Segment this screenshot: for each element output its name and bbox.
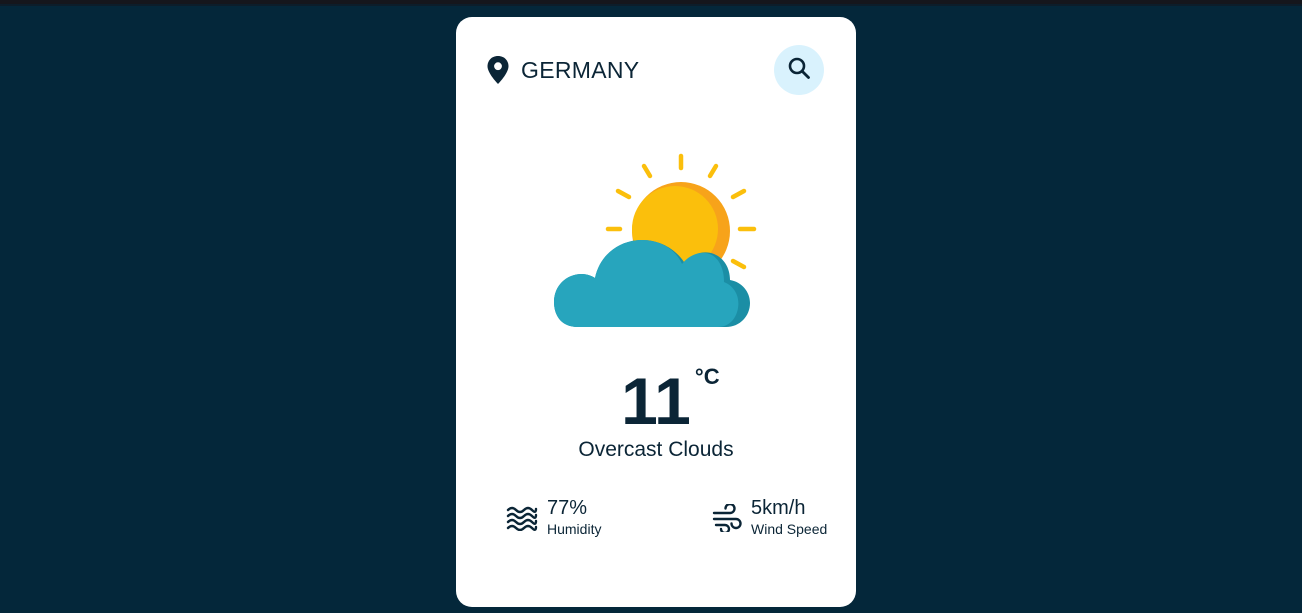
humidity-stat: 77% Humidity — [506, 497, 601, 538]
location-name: GERMANY — [521, 56, 640, 83]
humidity-text: 77% Humidity — [547, 497, 601, 538]
wind-stat: 5km/h Wind Speed — [712, 497, 827, 538]
humidity-value: 77% — [547, 497, 588, 519]
map-pin-icon — [486, 55, 510, 85]
search-icon — [787, 56, 811, 85]
search-button[interactable] — [774, 45, 824, 95]
sun-behind-cloud-icon — [550, 150, 760, 334]
wind-speed-value: 5km/h — [751, 497, 806, 519]
weather-card: GERMANY 11 °C Overcast Clouds 77% Humidi… — [456, 17, 856, 607]
weather-description: Overcast Clouds — [578, 438, 734, 461]
temperature-value: 11 °C — [621, 364, 720, 438]
temperature-display: 11 °C — [456, 363, 856, 439]
temperature-unit: °C — [694, 364, 720, 389]
window-top-divider — [0, 4, 1302, 6]
wind-speed-label: Wind Speed — [751, 521, 828, 537]
location-header: GERMANY — [486, 55, 639, 85]
wind-icon — [712, 503, 742, 532]
humidity-label: Humidity — [547, 521, 602, 537]
waves-icon — [506, 505, 538, 531]
wind-text: 5km/h Wind Speed — [751, 497, 827, 538]
